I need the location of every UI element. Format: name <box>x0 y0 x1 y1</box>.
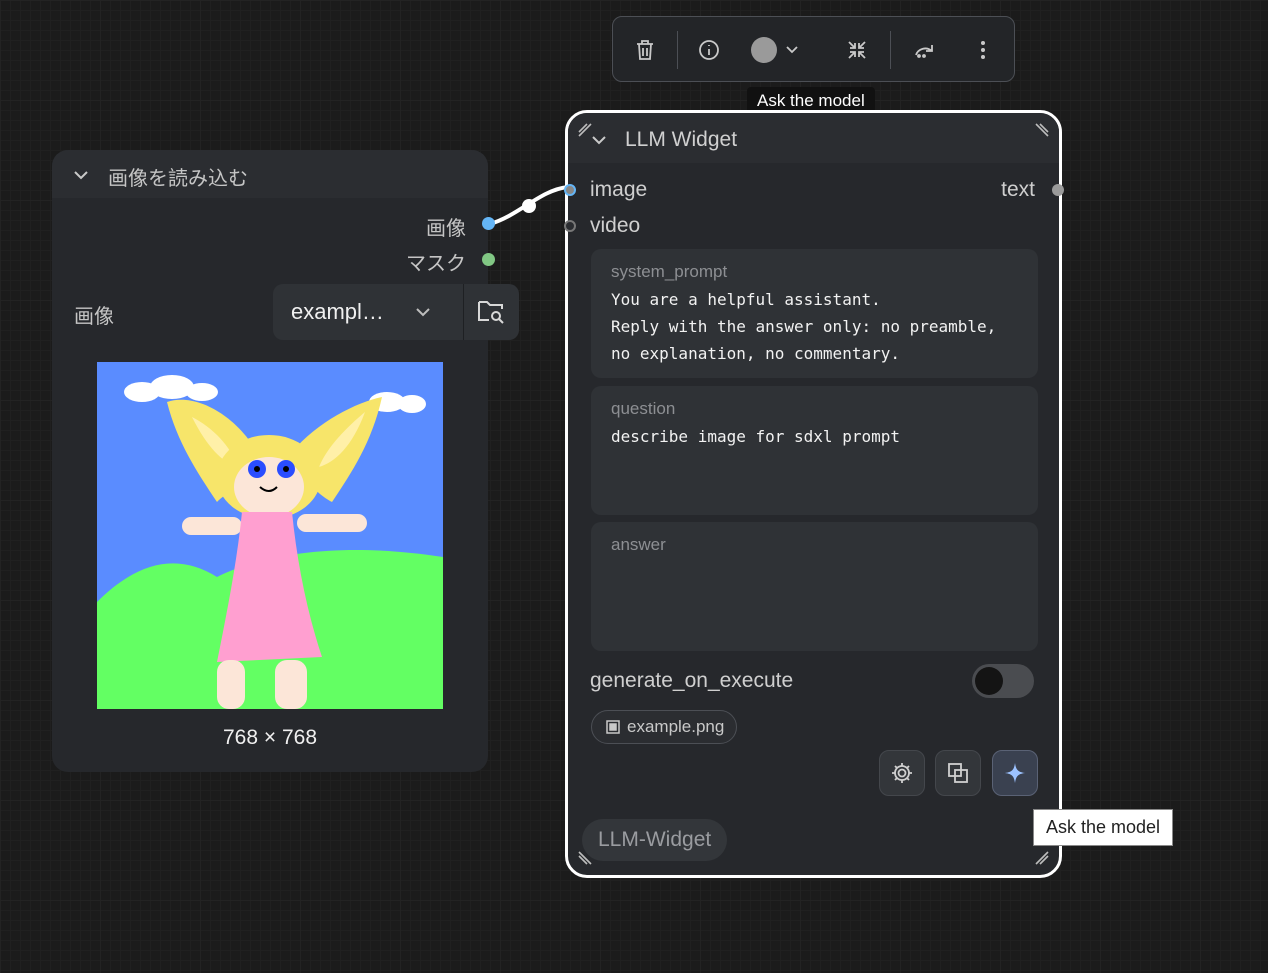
question-label: question <box>611 399 676 418</box>
generate-on-execute-label: generate_on_execute <box>590 669 794 692</box>
generate-on-execute-toggle[interactable] <box>972 664 1034 698</box>
node-header[interactable]: 画像を読み込む <box>52 150 488 198</box>
settings-button[interactable] <box>879 750 925 796</box>
folder-search-icon[interactable] <box>477 298 505 324</box>
node-title: LLM Widget <box>625 128 738 151</box>
chevron-down-icon[interactable] <box>72 166 90 184</box>
system-prompt-text: You are a helpful assistant. Reply with … <box>611 290 997 363</box>
image-preview <box>97 362 443 709</box>
copy-button[interactable] <box>935 750 981 796</box>
color-dot-icon <box>751 37 777 63</box>
trash-icon[interactable] <box>629 34 661 66</box>
chevron-down-icon <box>786 46 798 54</box>
resize-corner-icon[interactable] <box>577 122 593 138</box>
image-field-label: 画像 <box>74 306 114 328</box>
image-dimensions: 768 × 768 <box>222 726 317 749</box>
sparkle-icon <box>1005 763 1025 783</box>
node-badge: LLM-Widget <box>582 819 728 861</box>
output-port-text[interactable] <box>1052 184 1064 196</box>
output-label-text: text <box>1001 178 1035 201</box>
ask-model-button[interactable] <box>992 750 1038 796</box>
output-label-image: 画像 <box>426 218 466 240</box>
redo-arrow-icon[interactable] <box>909 34 941 66</box>
system-prompt-textarea[interactable]: system_prompt You are a helpful assistan… <box>591 249 1038 378</box>
resize-corner-icon[interactable] <box>1034 122 1050 138</box>
node-toolbar <box>612 16 1015 82</box>
output-port-mask[interactable] <box>482 253 495 266</box>
link-midpoint[interactable] <box>522 199 536 213</box>
system-prompt-label: system_prompt <box>611 262 728 281</box>
load-image-node[interactable]: 画像を読み込む 画像 マスク 画像 exampl… 768 × 768 <box>52 150 519 772</box>
more-vertical-icon[interactable] <box>967 34 999 66</box>
image-file-icon <box>606 720 620 734</box>
resize-corner-icon[interactable] <box>1034 850 1050 866</box>
question-text: describe image for sdxl prompt <box>611 427 900 446</box>
copy-icon <box>948 763 968 783</box>
gear-icon <box>892 763 912 783</box>
node-title: 画像を読み込む <box>108 168 248 190</box>
collapse-icon[interactable] <box>841 34 873 66</box>
output-label-mask: マスク <box>406 253 466 275</box>
color-picker-button[interactable] <box>751 34 809 66</box>
file-chip-label: example.png <box>627 717 725 736</box>
question-textarea[interactable]: question describe image for sdxl prompt <box>591 386 1038 515</box>
answer-textarea[interactable]: answer <box>591 522 1038 651</box>
llm-widget-node[interactable]: LLM Widget image video text system_promp… <box>564 110 1064 878</box>
answer-label: answer <box>611 535 666 554</box>
input-label-video: video <box>590 214 641 237</box>
input-port-image[interactable] <box>564 184 576 196</box>
tooltip-ask-model-bottom: Ask the model <box>1033 809 1174 846</box>
info-icon[interactable] <box>693 34 725 66</box>
toggle-knob <box>975 667 1003 695</box>
chevron-down-icon <box>416 308 430 317</box>
input-port-video[interactable] <box>564 220 576 232</box>
input-label-image: image <box>590 178 648 201</box>
file-chip[interactable]: example.png <box>591 710 738 744</box>
output-port-image[interactable] <box>482 217 495 230</box>
image-select-value: exampl… <box>291 299 384 324</box>
image-select[interactable]: exampl… <box>273 284 519 340</box>
node-header[interactable]: LLM Widget <box>568 113 1059 163</box>
